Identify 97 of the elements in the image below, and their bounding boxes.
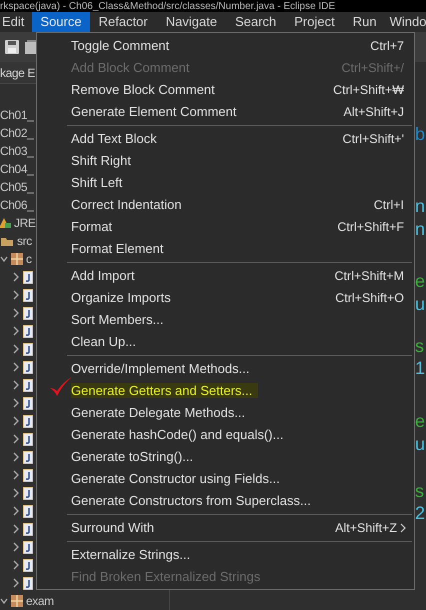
window-title: rkspace(java) - Ch06_Class&Method/src/classes/Number.java - Eclipse IDE (0, 1, 336, 12)
menu-item[interactable]: Generate toString()... (37, 446, 414, 468)
chevron-right-icon[interactable] (12, 434, 20, 444)
check-mark-icon (49, 376, 73, 398)
menu-item[interactable]: Format Element (37, 238, 414, 260)
chevron-down-icon[interactable] (0, 596, 8, 606)
chevron-right-icon[interactable] (12, 560, 20, 570)
menu-item[interactable]: Generate hashCode() and equals()... (37, 424, 414, 446)
code-text: s (415, 480, 425, 502)
code-text: 2 (415, 502, 426, 524)
chevron-right-icon[interactable] (12, 398, 20, 408)
chevron-right-icon[interactable] (12, 326, 20, 336)
tree-item[interactable]: Ch06_ (0, 196, 34, 214)
java-file-icon (23, 504, 33, 518)
java-file-icon (23, 522, 33, 536)
tree-item[interactable]: c (26, 250, 32, 268)
tree-item[interactable]: exam (26, 592, 54, 610)
menu-item[interactable]: Remove Block Comment Ctrl+Shift+₩ (37, 79, 414, 101)
tree-item[interactable]: Ch05_ (0, 178, 34, 196)
chevron-right-icon[interactable] (12, 308, 20, 318)
chevron-right-icon[interactable] (12, 488, 20, 498)
menu-item[interactable]: Override/Implement Methods... (37, 358, 414, 380)
package-icon (11, 253, 23, 265)
java-file-icon (23, 378, 33, 392)
java-file-icon (23, 396, 33, 410)
menu-item[interactable]: Windo (386, 12, 426, 32)
java-file-icon (23, 432, 33, 446)
menu-item[interactable]: Clean Up... (37, 331, 414, 353)
menu-item[interactable]: Refactor (90, 12, 157, 32)
menu-item[interactable]: Source (32, 12, 90, 32)
tree-item[interactable]: Ch03_ (0, 142, 34, 160)
java-file-icon (23, 576, 33, 590)
menu-item[interactable]: Generate Constructor using Fields... (37, 468, 414, 490)
menu-item[interactable]: Search (226, 12, 286, 32)
java-file-icon (23, 324, 33, 338)
library-icon (0, 217, 11, 229)
code-text: n (415, 218, 426, 240)
chevron-right-icon[interactable] (12, 290, 20, 300)
tree-item[interactable]: JRE (14, 214, 36, 232)
code-text: n (415, 195, 426, 217)
menu-item[interactable]: Surround With Alt+Shift+Z (37, 517, 414, 539)
menu-item[interactable]: Shift Left (37, 172, 414, 194)
menu-item[interactable]: Toggle Comment Ctrl+7 (37, 35, 414, 57)
menu-item[interactable]: Externalize Strings... (37, 544, 414, 566)
source-folder-icon (0, 235, 14, 247)
menu-item[interactable]: Project (285, 12, 344, 32)
chevron-right-icon[interactable] (12, 380, 20, 390)
java-file-icon (23, 468, 33, 482)
menu-item[interactable]: Generate Constructors from Superclass... (37, 490, 414, 512)
view-tab[interactable]: kage E (0, 64, 35, 82)
java-file-icon (23, 414, 33, 428)
java-file-icon (23, 540, 33, 554)
code-text: 1 (415, 357, 426, 379)
save-icon[interactable] (4, 39, 20, 55)
tree-item[interactable]: Ch01_ (0, 106, 34, 124)
code-text: u (415, 293, 426, 315)
chevron-right-icon[interactable] (12, 452, 20, 462)
code-text: e (415, 270, 426, 292)
chevron-right-icon[interactable] (12, 416, 20, 426)
menu-item[interactable]: Format Ctrl+Shift+F (37, 216, 414, 238)
java-file-icon (23, 360, 33, 374)
menu-item[interactable]: Shift Right (37, 150, 414, 172)
chevron-down-icon[interactable] (0, 254, 8, 264)
menu-item[interactable]: Sort Members... (37, 309, 414, 331)
chevron-right-icon[interactable] (12, 524, 20, 534)
menu-item[interactable]: Edit (0, 12, 32, 32)
java-file-icon (23, 558, 33, 572)
tree-item[interactable]: Ch02_ (0, 124, 34, 142)
menu-item[interactable]: Generate Delegate Methods... (37, 402, 414, 424)
chevron-right-icon[interactable] (12, 542, 20, 552)
tree-item[interactable]: Ch04_ (0, 160, 34, 178)
java-file-icon (23, 270, 33, 284)
code-text: b (415, 123, 426, 145)
java-file-icon (23, 486, 33, 500)
chevron-right-icon[interactable] (12, 578, 20, 588)
code-text: s (415, 335, 425, 357)
java-file-icon (23, 450, 33, 464)
package-icon (11, 595, 23, 607)
chevron-right-icon[interactable] (12, 344, 20, 354)
chevron-right-icon[interactable] (12, 506, 20, 516)
menu-item[interactable]: Generate Getters and Setters... (37, 380, 414, 402)
chevron-right-icon[interactable] (12, 470, 20, 480)
menu-item[interactable]: Organize Imports Ctrl+Shift+O (37, 287, 414, 309)
java-file-icon (23, 288, 33, 302)
code-text: e (415, 410, 426, 432)
chevron-right-icon[interactable] (12, 362, 20, 372)
tree-item[interactable]: src (17, 232, 32, 250)
menu-item[interactable]: Add Text Block Ctrl+Shift+' (37, 128, 414, 150)
java-file-icon (23, 342, 33, 356)
menu-item[interactable]: Navigate (156, 12, 226, 32)
menu-item[interactable]: Generate Element Comment Alt+Shift+J (37, 101, 414, 123)
code-text: u (415, 433, 426, 455)
menu-item[interactable]: Add Import Ctrl+Shift+M (37, 265, 414, 287)
menu-item[interactable]: Correct Indentation Ctrl+I (37, 194, 414, 216)
java-file-icon (23, 306, 33, 320)
menu-item[interactable]: Run (344, 12, 386, 32)
chevron-right-icon[interactable] (12, 272, 20, 282)
